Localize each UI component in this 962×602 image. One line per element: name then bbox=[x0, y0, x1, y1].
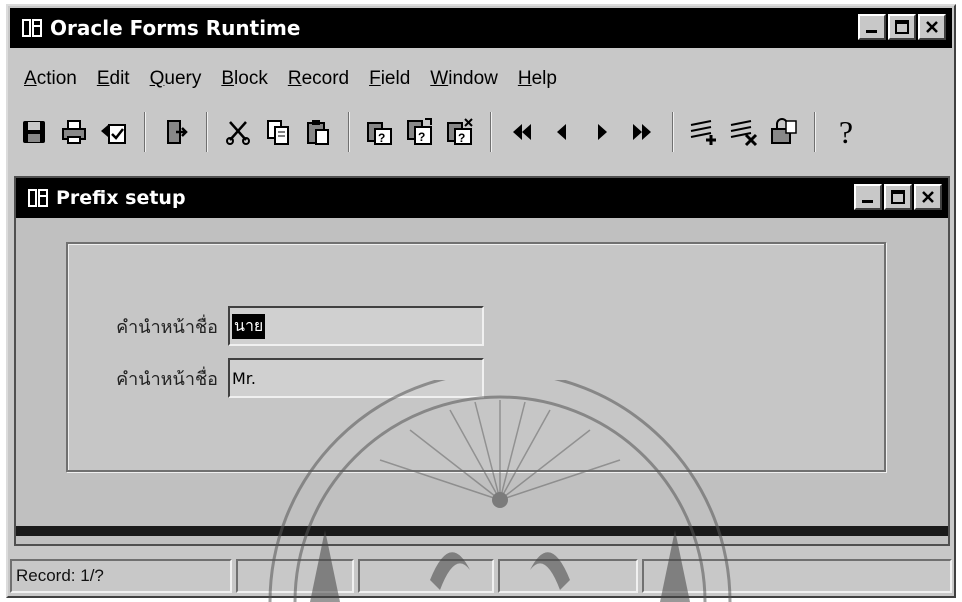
close-button[interactable] bbox=[918, 14, 946, 40]
menu-field[interactable]: Field bbox=[369, 68, 410, 90]
form-minimize-button[interactable] bbox=[854, 184, 882, 210]
save-icon bbox=[23, 121, 45, 143]
exit-button[interactable] bbox=[156, 110, 196, 154]
commit-button[interactable] bbox=[94, 110, 134, 154]
menu-help[interactable]: Help bbox=[518, 68, 557, 90]
main-window: Oracle Forms Runtime Action Edit Query B… bbox=[6, 4, 956, 598]
execute-query-icon: ? bbox=[407, 118, 432, 145]
print-icon bbox=[62, 120, 86, 144]
delete-record-button[interactable] bbox=[724, 110, 764, 154]
prefix-english-input[interactable]: Mr. bbox=[228, 358, 484, 398]
form-close-button[interactable] bbox=[914, 184, 942, 210]
cancel-query-icon: ? bbox=[447, 118, 473, 145]
toolbar-separator bbox=[672, 112, 674, 152]
minimize-icon bbox=[862, 200, 873, 203]
menu-record[interactable]: Record bbox=[288, 68, 349, 90]
prefix-english-row: คำนำหน้าชื่อ Mr. bbox=[78, 358, 484, 398]
next-record-icon bbox=[598, 124, 607, 140]
minimize-icon bbox=[866, 30, 877, 33]
lock-record-icon bbox=[771, 118, 797, 144]
form-window-icon bbox=[26, 186, 50, 210]
commit-icon bbox=[101, 124, 126, 144]
toolbar-separator bbox=[490, 112, 492, 152]
status-cell-2 bbox=[236, 559, 354, 593]
menu-block[interactable]: Block bbox=[221, 68, 267, 90]
app-title: Oracle Forms Runtime bbox=[50, 16, 301, 40]
enter-query-button[interactable]: ? bbox=[360, 110, 400, 154]
prefix-english-label: คำนำหน้าชื่อ bbox=[116, 368, 218, 390]
cancel-query-button[interactable]: ? bbox=[440, 110, 480, 154]
prefix-thai-input[interactable]: นาย bbox=[228, 306, 484, 346]
form-title: Prefix setup bbox=[56, 187, 186, 209]
status-cell-3 bbox=[358, 559, 494, 593]
minimize-button[interactable] bbox=[858, 14, 886, 40]
form-titlebar[interactable]: Prefix setup bbox=[16, 178, 948, 218]
menu-window[interactable]: Window bbox=[430, 68, 498, 90]
next-record-button[interactable] bbox=[582, 110, 622, 154]
previous-record-button[interactable] bbox=[542, 110, 582, 154]
save-button[interactable] bbox=[14, 110, 54, 154]
prefix-frame: คำนำหน้าชื่อ นาย คำนำหน้าชื่อ Mr. bbox=[66, 242, 886, 472]
oracle-forms-icon bbox=[20, 16, 44, 40]
status-cell-4 bbox=[498, 559, 638, 593]
svg-text:?: ? bbox=[458, 131, 465, 145]
previous-record-icon bbox=[557, 124, 566, 140]
svg-text:?: ? bbox=[378, 131, 385, 145]
insert-record-icon bbox=[690, 120, 716, 145]
toolbar-separator bbox=[348, 112, 350, 152]
insert-record-button[interactable] bbox=[684, 110, 724, 154]
maximize-icon bbox=[895, 20, 909, 34]
maximize-button[interactable] bbox=[888, 14, 916, 40]
status-bar: Record: 1/? bbox=[10, 556, 952, 596]
menu-query[interactable]: Query bbox=[150, 68, 202, 90]
paste-icon bbox=[307, 120, 329, 145]
prefix-thai-value: นาย bbox=[232, 313, 266, 339]
paste-button[interactable] bbox=[298, 110, 338, 154]
delete-record-icon bbox=[730, 120, 758, 147]
copy-button[interactable] bbox=[258, 110, 298, 154]
toolbar-separator bbox=[144, 112, 146, 152]
print-button[interactable] bbox=[54, 110, 94, 154]
close-icon bbox=[922, 191, 934, 203]
cut-button[interactable] bbox=[218, 110, 258, 154]
prefix-thai-row: คำนำหน้าชื่อ นาย bbox=[78, 306, 484, 346]
next-block-icon bbox=[633, 124, 651, 140]
app-titlebar[interactable]: Oracle Forms Runtime bbox=[10, 8, 952, 48]
toolbar-separator bbox=[814, 112, 816, 152]
exit-icon bbox=[167, 120, 188, 144]
menu-bar: Action Edit Query Block Record Field Win… bbox=[10, 62, 952, 96]
prefix-english-value: Mr. bbox=[232, 368, 256, 388]
cut-icon bbox=[226, 121, 250, 145]
prefix-setup-window: Prefix setup คำนำหน้าชื่อ นาย คำนำหน้าชื… bbox=[14, 176, 950, 546]
form-maximize-button[interactable] bbox=[884, 184, 912, 210]
enter-query-icon: ? bbox=[367, 122, 392, 145]
svg-text:?: ? bbox=[418, 130, 425, 144]
help-icon: ? bbox=[838, 113, 854, 150]
execute-query-button[interactable]: ? bbox=[400, 110, 440, 154]
help-button[interactable]: ? bbox=[826, 110, 866, 154]
lock-record-button[interactable] bbox=[764, 110, 804, 154]
copy-icon bbox=[267, 120, 289, 145]
maximize-icon bbox=[891, 190, 905, 204]
menu-action[interactable]: Action bbox=[24, 68, 77, 90]
menu-edit[interactable]: Edit bbox=[97, 68, 130, 90]
form-bottom-bar bbox=[16, 526, 948, 536]
previous-block-button[interactable] bbox=[502, 110, 542, 154]
form-canvas: คำนำหน้าชื่อ นาย คำนำหน้าชื่อ Mr. bbox=[16, 218, 948, 544]
previous-block-icon bbox=[513, 124, 531, 140]
toolbar: ? ? ? ? bbox=[14, 104, 952, 160]
close-icon bbox=[926, 21, 938, 33]
next-block-button[interactable] bbox=[622, 110, 662, 154]
toolbar-separator bbox=[206, 112, 208, 152]
record-status: Record: 1/? bbox=[10, 559, 232, 593]
prefix-thai-label: คำนำหน้าชื่อ bbox=[116, 316, 218, 338]
status-cell-5 bbox=[642, 559, 952, 593]
